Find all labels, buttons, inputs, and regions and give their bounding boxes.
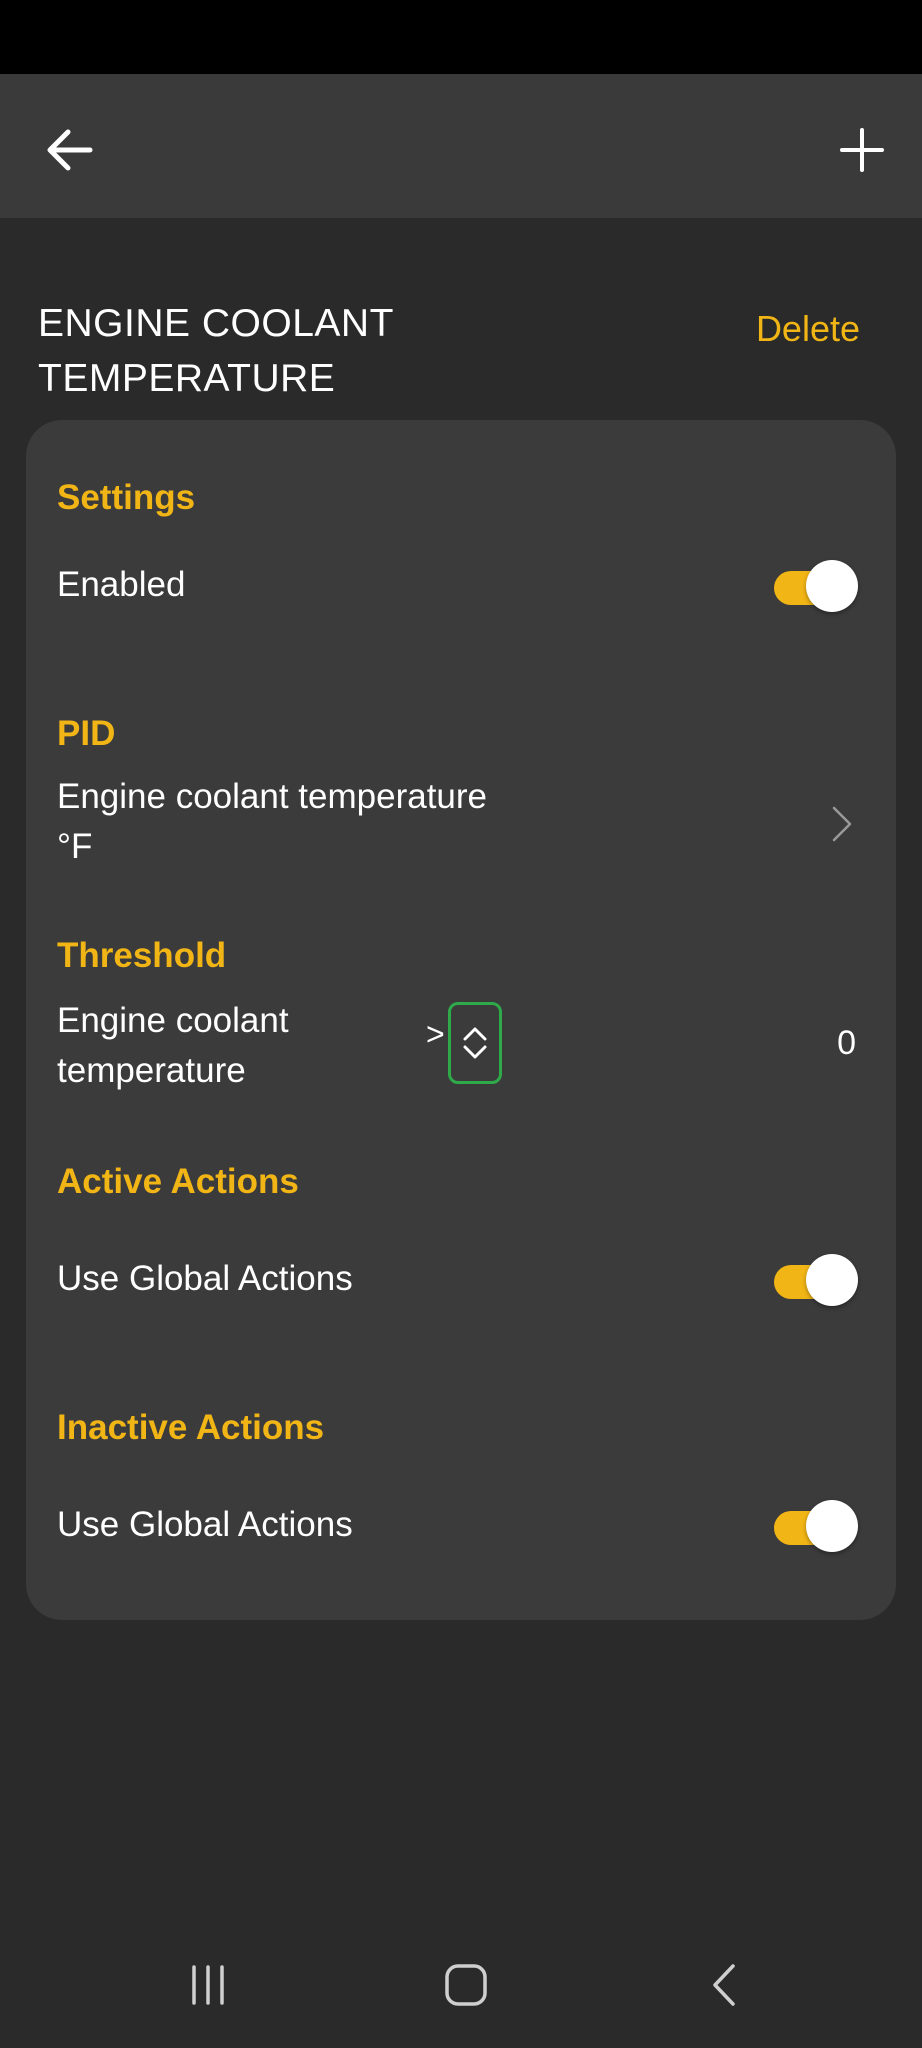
settings-card: Settings Enabled PID Engine coolant temp…: [26, 420, 896, 1620]
pid-unit: °F: [57, 827, 93, 866]
inactive-actions-section-title: Inactive Actions: [57, 1408, 325, 1447]
page-title: ENGINE COOLANT TEMPERATURE: [38, 302, 394, 400]
chevron-right-icon[interactable]: [826, 802, 856, 846]
system-back-button[interactable]: [679, 1940, 769, 2030]
system-nav-bar: [0, 1920, 922, 2048]
threshold-section-title: Threshold: [57, 936, 227, 975]
status-bar: [0, 0, 922, 74]
add-button[interactable]: [822, 110, 902, 190]
home-icon: [445, 1964, 487, 2006]
recents-button[interactable]: [163, 1940, 253, 2030]
enabled-toggle[interactable]: [768, 558, 858, 614]
title-area: ENGINE COOLANT TEMPERATURE: [38, 296, 638, 406]
plus-icon: [840, 128, 884, 172]
pid-section-title: PID: [57, 714, 116, 753]
threshold-value[interactable]: 0: [837, 1024, 856, 1063]
operator-stepper[interactable]: [448, 1002, 502, 1084]
inactive-global-actions-toggle[interactable]: [768, 1498, 858, 1554]
settings-section-title: Settings: [57, 478, 196, 517]
active-global-actions-toggle[interactable]: [768, 1252, 858, 1308]
threshold-operator: >: [426, 1016, 445, 1052]
inactive-global-actions-label: Use Global Actions: [57, 1505, 353, 1544]
threshold-label: Engine coolant temperature: [57, 1001, 289, 1090]
nav-back-icon: [713, 1964, 735, 2006]
back-button[interactable]: [30, 110, 110, 190]
enabled-label: Enabled: [57, 565, 186, 604]
app-bar: [0, 74, 922, 218]
toggle-thumb: [806, 560, 858, 612]
toggle-thumb: [806, 1500, 858, 1552]
chevron-up-down-icon: [463, 1027, 487, 1059]
recents-icon: [192, 1965, 224, 2005]
home-button[interactable]: [421, 1940, 511, 2030]
active-global-actions-label: Use Global Actions: [57, 1259, 353, 1298]
toggle-thumb: [806, 1254, 858, 1306]
arrow-left-icon: [47, 129, 93, 171]
active-actions-section-title: Active Actions: [57, 1162, 299, 1201]
pid-name[interactable]: Engine coolant temperature: [57, 772, 487, 822]
delete-button[interactable]: Delete: [756, 308, 860, 350]
